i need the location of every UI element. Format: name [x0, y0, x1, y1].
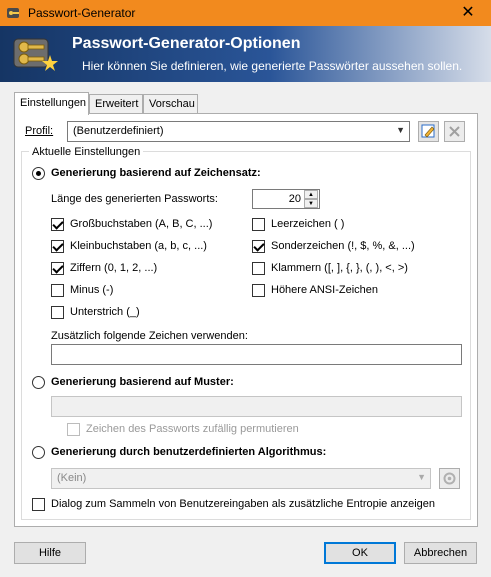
chevron-down-icon: ▼	[417, 472, 426, 482]
uppercase-checkbox[interactable]	[51, 218, 64, 231]
digits-label: Ziffern (0, 1, 2, ...)	[70, 262, 158, 274]
tab-label: Einstellungen	[20, 97, 87, 109]
space-checkbox[interactable]	[252, 218, 265, 231]
brackets-checkbox[interactable]	[252, 262, 265, 275]
entropy-label: Dialog zum Sammeln von Benutzereingaben …	[51, 498, 436, 510]
algorithm-select[interactable]: (Kein) ▼	[51, 468, 431, 489]
algorithm-mode-label: Generierung durch benutzerdefinierten Al…	[51, 446, 327, 458]
length-value: 20	[288, 193, 301, 205]
banner-title: Passwort-Generator-Optionen	[72, 35, 301, 52]
length-stepper[interactable]: 20 ▲ ▼	[252, 189, 320, 209]
key-icon	[7, 8, 19, 18]
minus-checkbox[interactable]	[51, 284, 64, 297]
cancel-button[interactable]: Abbrechen	[404, 542, 477, 564]
profile-value: (Benutzerdefiniert)	[73, 125, 164, 137]
high-ansi-checkbox[interactable]	[252, 284, 265, 297]
ok-button[interactable]: OK	[324, 542, 396, 564]
entropy-checkbox[interactable]	[32, 498, 45, 511]
pattern-input[interactable]	[51, 396, 462, 417]
extra-chars-input[interactable]	[51, 344, 462, 365]
pattern-mode-label: Generierung basierend auf Muster:	[51, 376, 234, 388]
permute-checkbox[interactable]	[67, 423, 80, 436]
delete-profile-icon	[449, 126, 460, 137]
brackets-label: Klammern ([, ], {, }, (, ), <, >)	[271, 262, 408, 274]
tab-erweitert[interactable]: Erweitert	[89, 94, 143, 114]
chevron-down-icon[interactable]: ▼	[304, 199, 318, 208]
delete-profile-button[interactable]	[444, 121, 465, 142]
extra-chars-label: Zusätzlich folgende Zeichen verwenden:	[51, 330, 248, 342]
algorithm-mode-radio[interactable]	[32, 446, 45, 459]
tab-einstellungen[interactable]: Einstellungen	[14, 92, 89, 115]
header-banner: Passwort-Generator-Optionen Hier können …	[0, 26, 491, 82]
length-label: Länge des generierten Passworts:	[51, 193, 218, 205]
tab-label: Vorschau	[149, 98, 195, 110]
close-icon: ✕	[461, 4, 475, 21]
digits-checkbox[interactable]	[51, 262, 64, 275]
algorithm-value: (Kein)	[57, 472, 87, 484]
edit-profile-button[interactable]	[418, 121, 439, 142]
pattern-mode-radio[interactable]	[32, 376, 45, 389]
algorithm-options-button[interactable]	[439, 468, 460, 489]
high-ansi-label: Höhere ANSI-Zeichen	[271, 284, 378, 296]
tab-vorschau[interactable]: Vorschau	[143, 94, 198, 114]
permute-label: Zeichen des Passworts zufällig permutier…	[86, 423, 299, 435]
banner-subtitle: Hier können Sie definieren, wie generier…	[82, 59, 463, 73]
lowercase-label: Kleinbuchstaben (a, b, c, ...)	[70, 240, 207, 252]
underscore-checkbox[interactable]	[51, 306, 64, 319]
uppercase-label: Großbuchstaben (A, B, C, ...)	[70, 218, 213, 230]
edit-profile-icon	[421, 124, 435, 138]
title-bar: Passwort-Generator ✕	[0, 0, 491, 26]
special-checkbox[interactable]	[252, 240, 265, 253]
cancel-label: Abbrechen	[413, 547, 468, 559]
help-button[interactable]: Hilfe	[14, 542, 86, 564]
space-label: Leerzeichen ( )	[271, 218, 345, 230]
profile-select[interactable]: (Benutzerdefiniert) ▼	[67, 121, 410, 142]
charset-mode-radio[interactable]	[32, 167, 45, 180]
key-icon	[13, 38, 58, 71]
window-title: Passwort-Generator	[28, 6, 136, 20]
minus-label: Minus (-)	[70, 284, 114, 296]
underscore-label: Unterstrich (_)	[70, 306, 140, 318]
charset-mode-label: Generierung basierend auf Zeichensatz:	[51, 167, 261, 179]
lowercase-checkbox[interactable]	[51, 240, 64, 253]
close-button[interactable]: ✕	[445, 0, 491, 26]
special-label: Sonderzeichen (!, $, %, &, ...)	[271, 240, 415, 252]
gear-icon	[443, 472, 456, 485]
ok-label: OK	[352, 547, 368, 559]
chevron-down-icon: ▼	[396, 125, 405, 135]
current-settings-label: Aktuelle Einstellungen	[29, 146, 144, 158]
settings-panel: Profil: (Benutzerdefiniert) ▼ Aktuelle E…	[14, 113, 478, 527]
tab-label: Erweitert	[95, 98, 139, 110]
profile-label: Profil:	[25, 125, 54, 137]
help-label: Hilfe	[38, 547, 61, 559]
chevron-up-icon[interactable]: ▲	[304, 190, 318, 199]
